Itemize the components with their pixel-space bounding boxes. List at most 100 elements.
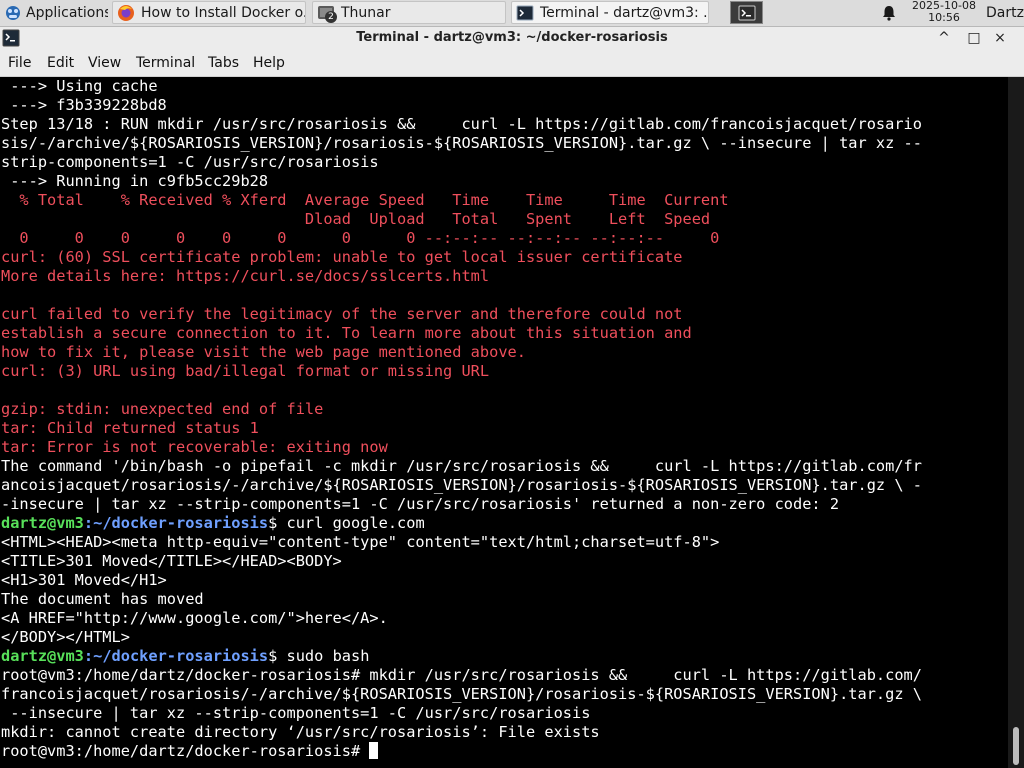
terminal-line: % Total % Received % Xferd Average Speed… xyxy=(1,191,729,210)
taskbar-item-terminal[interactable]: Terminal - dartz@vm3: ... xyxy=(511,1,709,24)
terminal-line: <HTML><HEAD><meta http-equiv="content-ty… xyxy=(1,533,719,552)
menu-help[interactable]: Help xyxy=(253,50,285,76)
taskbar-item-label: How to Install Docker o... xyxy=(141,4,306,21)
terminal-line: sis/-/archive/${ROSARIOSIS_VERSION}/rosa… xyxy=(1,134,922,153)
line-text: -insecure | tar xz --strip-components=1 … xyxy=(1,495,840,513)
close-window-button[interactable]: × xyxy=(990,27,1010,49)
terminal-line: ---> Running in c9fb5cc29b28 xyxy=(1,172,268,191)
menu-edit[interactable]: Edit xyxy=(47,50,74,76)
terminal-launcher-button[interactable] xyxy=(730,1,763,24)
terminal-launcher-icon xyxy=(738,5,755,20)
line-text: <TITLE>301 Moved</TITLE></HEAD><BODY> xyxy=(1,552,342,570)
applications-menu-button[interactable]: Applications xyxy=(0,1,108,24)
terminal-line: The command '/bin/bash -o pipefail -c mk… xyxy=(1,457,922,476)
line-text: strip-components=1 -C /usr/src/rosariosi… xyxy=(1,153,379,171)
terminal-line: ancoisjacquet/rosariosis/-/archive/${ROS… xyxy=(1,476,922,495)
taskbar-item-firefox[interactable]: How to Install Docker o... xyxy=(112,1,306,24)
window-title-bar[interactable]: Terminal - dartz@vm3: ~/docker-rosariosi… xyxy=(0,27,1024,50)
line-text: tar: Error is not recoverable: exiting n… xyxy=(1,438,388,456)
thunar-icon: 2 xyxy=(317,4,337,23)
terminal-line: francoisjacquet/rosariosis/-/archive/${R… xyxy=(1,685,922,704)
terminal-line: mkdir: cannot create directory ‘/usr/src… xyxy=(1,723,600,742)
line-text: curl failed to verify the legitimacy of … xyxy=(1,305,683,323)
collapse-window-button[interactable]: ^ xyxy=(934,27,954,49)
terminal-line: ---> f3b339228bd8 xyxy=(1,96,167,115)
line-text: how to fix it, please visit the web page… xyxy=(1,343,526,361)
terminal-line: curl: (60) SSL certificate problem: unab… xyxy=(1,248,683,267)
line-text: ---> Using cache xyxy=(1,77,158,95)
terminal-line: <H1>301 Moved</H1> xyxy=(1,571,167,590)
user-menu-button[interactable]: Dartz xyxy=(986,1,1024,24)
line-text: <H1>301 Moved</H1> xyxy=(1,571,167,589)
terminal-icon xyxy=(516,5,534,20)
line-text: ancoisjacquet/rosariosis/-/archive/${ROS… xyxy=(1,476,922,494)
terminal-line: <A HREF="http://www.google.com/">here</A… xyxy=(1,609,388,628)
line-text: tar: Child returned status 1 xyxy=(1,419,259,437)
bell-icon xyxy=(883,5,895,21)
text-cursor xyxy=(369,742,379,759)
menu-view[interactable]: View xyxy=(88,50,121,76)
line-text: gzip: stdin: unexpected end of file xyxy=(1,400,324,418)
panel-clock[interactable]: 2025-10-08 10:56 xyxy=(912,0,976,24)
line-text: mkdir: cannot create directory ‘/usr/src… xyxy=(1,723,600,741)
terminal-line: </BODY></HTML> xyxy=(1,628,130,647)
terminal-line: root@vm3:/home/dartz/docker-rosariosis# … xyxy=(1,666,922,685)
menu-tabs[interactable]: Tabs xyxy=(208,50,239,76)
line-text: francoisjacquet/rosariosis/-/archive/${R… xyxy=(1,685,922,703)
terminal-line: establish a secure connection to it. To … xyxy=(1,324,692,343)
top-panel: Applications How to Install Docker o... … xyxy=(0,0,1024,27)
menu-file[interactable]: File xyxy=(8,50,31,76)
line-text: <HTML><HEAD><meta http-equiv="content-ty… xyxy=(1,533,720,551)
menu-bar: File Edit View Terminal Tabs Help xyxy=(0,50,1024,77)
terminal-output[interactable]: ---> Using cache ---> f3b339228bd8 Step 1… xyxy=(0,77,1008,768)
applications-label: Applications xyxy=(26,4,108,21)
window-title: Terminal - dartz@vm3: ~/docker-rosariosi… xyxy=(356,30,668,45)
terminal-line: tar: Error is not recoverable: exiting n… xyxy=(1,438,388,457)
taskbar-item-label: Thunar xyxy=(341,4,391,21)
terminal-line: The document has moved xyxy=(1,590,204,609)
prompt-path: ~/docker-rosariosis xyxy=(93,647,269,665)
notifications-button[interactable] xyxy=(878,1,900,24)
firefox-icon xyxy=(118,4,134,21)
line-text: The command '/bin/bash -o pipefail -c mk… xyxy=(1,457,922,475)
user-name: Dartz xyxy=(986,4,1024,21)
terminal-line: Dload Upload Total Spent Left Speed xyxy=(1,210,710,229)
prompt-symbol: $ xyxy=(268,647,287,665)
line-text: Dload Upload Total Spent Left Speed xyxy=(1,210,711,228)
line-text: curl: (60) SSL certificate problem: unab… xyxy=(1,248,683,266)
line-text: curl google.com xyxy=(286,514,425,532)
prompt-user: dartz@vm3 xyxy=(1,647,84,665)
line-text: root@vm3:/home/dartz/docker-rosariosis# xyxy=(1,742,370,760)
terminal-line: gzip: stdin: unexpected end of file xyxy=(1,400,323,419)
line-text: root@vm3:/home/dartz/docker-rosariosis# … xyxy=(1,666,922,684)
line-text: curl: (3) URL using bad/illegal format o… xyxy=(1,362,490,380)
prompt-separator: : xyxy=(83,647,94,665)
line-text: --insecure | tar xz --strip-components=1… xyxy=(1,704,591,722)
prompt-user: dartz@vm3 xyxy=(1,514,84,532)
terminal-line: More details here: https://curl.se/docs/… xyxy=(1,267,489,286)
terminal-line: tar: Child returned status 1 xyxy=(1,419,259,438)
line-text: <A HREF="http://www.google.com/">here</A… xyxy=(1,609,388,627)
prompt-separator: : xyxy=(83,514,94,532)
line-text: ---> f3b339228bd8 xyxy=(1,96,167,114)
line-text: establish a secure connection to it. To … xyxy=(1,324,692,342)
line-text: sis/-/archive/${ROSARIOSIS_VERSION}/rosa… xyxy=(1,134,922,152)
terminal-line: curl failed to verify the legitimacy of … xyxy=(1,305,683,324)
line-text: </BODY></HTML> xyxy=(1,628,130,646)
prompt-symbol: $ xyxy=(268,514,287,532)
taskbar-item-thunar[interactable]: 2 Thunar xyxy=(312,1,506,24)
terminal-line: Step 13/18 : RUN mkdir /usr/src/rosarios… xyxy=(1,115,922,134)
line-text: ---> Running in c9fb5cc29b28 xyxy=(1,172,269,190)
terminal-line: curl: (3) URL using bad/illegal format o… xyxy=(1,362,489,381)
terminal-line: root@vm3:/home/dartz/docker-rosariosis# xyxy=(1,742,379,761)
line-text: % Total % Received % Xferd Average Speed… xyxy=(1,191,729,209)
maximize-window-button[interactable]: □ xyxy=(964,27,984,49)
terminal-line: dartz@vm3:~/docker-rosariosis$ curl goog… xyxy=(1,514,425,533)
line-text: Step 13/18 : RUN mkdir /usr/src/rosarios… xyxy=(1,115,922,133)
scrollbar-thumb[interactable] xyxy=(1013,727,1019,765)
terminal-line: ---> Using cache xyxy=(1,77,158,96)
menu-terminal[interactable]: Terminal xyxy=(136,50,195,76)
terminal-scrollbar[interactable] xyxy=(1008,77,1024,768)
terminal-line: -insecure | tar xz --strip-components=1 … xyxy=(1,495,839,514)
xfce-mouse-icon xyxy=(6,5,20,20)
